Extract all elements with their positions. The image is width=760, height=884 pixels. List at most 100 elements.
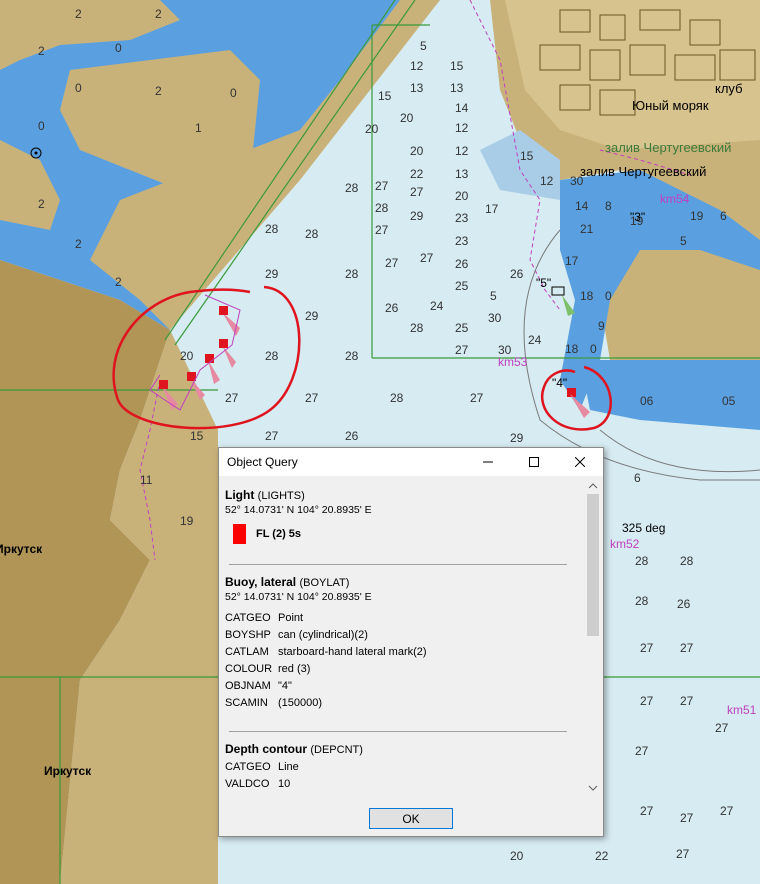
svg-text:29: 29 xyxy=(410,209,424,223)
svg-text:22: 22 xyxy=(410,167,424,181)
svg-text:19: 19 xyxy=(180,514,194,528)
svg-text:27: 27 xyxy=(225,391,239,405)
depth-contour-section: Depth contour (DEPCNT) CATGEO Line VALDCO… xyxy=(221,732,590,792)
svg-text:14: 14 xyxy=(575,199,589,213)
svg-text:20: 20 xyxy=(410,144,424,158)
svg-text:13: 13 xyxy=(410,81,424,95)
svg-text:21: 21 xyxy=(580,222,594,236)
svg-text:2: 2 xyxy=(75,237,82,251)
svg-text:28: 28 xyxy=(390,391,404,405)
svg-text:9: 9 xyxy=(598,319,605,333)
svg-text:11: 11 xyxy=(140,473,153,487)
section-class: (LIGHTS) xyxy=(257,490,305,502)
svg-text:0: 0 xyxy=(38,119,45,133)
scroll-up-icon[interactable] xyxy=(585,480,601,492)
svg-text:27: 27 xyxy=(715,721,729,735)
maximize-button[interactable] xyxy=(511,448,557,476)
svg-text:5: 5 xyxy=(420,39,427,53)
svg-text:17: 17 xyxy=(565,254,579,268)
svg-text:27: 27 xyxy=(680,811,694,825)
attr-row: BOYSHP can (cylindrical)(2) xyxy=(225,628,368,641)
svg-text:23: 23 xyxy=(455,211,469,225)
svg-text:2: 2 xyxy=(155,7,162,21)
svg-text:27: 27 xyxy=(676,847,690,861)
vertical-scrollbar[interactable] xyxy=(585,478,601,796)
svg-text:26: 26 xyxy=(345,429,359,443)
svg-text:13: 13 xyxy=(455,167,469,181)
svg-text:13: 13 xyxy=(450,81,464,95)
svg-text:15: 15 xyxy=(190,429,204,443)
light-color-swatch xyxy=(233,524,246,544)
maximize-icon xyxy=(529,457,539,467)
svg-text:29: 29 xyxy=(265,267,279,281)
section-title: Buoy, lateral xyxy=(225,575,297,589)
buoy-coord: 52° 14.0731' N 104° 20.8935' E xyxy=(225,591,372,603)
svg-text:29: 29 xyxy=(305,309,319,323)
svg-text:27: 27 xyxy=(470,391,484,405)
svg-text:27: 27 xyxy=(375,223,389,237)
minimize-button[interactable] xyxy=(465,448,511,476)
dialog-titlebar[interactable]: Object Query xyxy=(219,448,603,476)
svg-text:28: 28 xyxy=(345,267,359,281)
club-label: клуб xyxy=(715,81,743,96)
city-label-2: Иркутск xyxy=(44,764,92,778)
light-section: Light (LIGHTS) 52° 14.0731' N 104° 20.89… xyxy=(221,478,590,565)
svg-text:19: 19 xyxy=(690,209,704,223)
svg-text:2: 2 xyxy=(115,275,122,289)
section-title: Light xyxy=(225,488,255,502)
attr-row: CATGEO Point xyxy=(225,611,304,624)
svg-text:28: 28 xyxy=(345,181,359,195)
svg-text:26: 26 xyxy=(510,267,524,281)
attr-row: CATLAM starboard-hand lateral mark(2) xyxy=(225,645,427,658)
svg-text:27: 27 xyxy=(640,694,654,708)
km-label-52: km52 xyxy=(610,537,640,551)
svg-text:6: 6 xyxy=(634,471,641,485)
svg-text:28: 28 xyxy=(265,349,279,363)
svg-text:2: 2 xyxy=(38,44,45,58)
svg-text:27: 27 xyxy=(420,251,434,265)
dialog-title: Object Query xyxy=(227,455,298,469)
svg-text:30: 30 xyxy=(488,311,502,325)
scroll-down-icon[interactable] xyxy=(585,782,601,794)
svg-text:25: 25 xyxy=(455,279,469,293)
attr-row: COLOUR red (3) xyxy=(225,662,311,675)
svg-text:22: 22 xyxy=(595,849,609,863)
svg-text:20: 20 xyxy=(180,349,194,363)
svg-text:27: 27 xyxy=(385,256,399,270)
km-label-53: km53 xyxy=(498,355,528,369)
svg-text:12: 12 xyxy=(455,121,469,135)
svg-text:0: 0 xyxy=(230,86,237,100)
query-results[interactable]: Light (LIGHTS) 52° 14.0731' N 104° 20.89… xyxy=(221,478,590,796)
attr-row: OBJNAM "4" xyxy=(225,679,292,692)
svg-text:28: 28 xyxy=(635,554,649,568)
svg-text:12: 12 xyxy=(540,174,554,188)
svg-text:06: 06 xyxy=(640,394,654,408)
svg-text:20: 20 xyxy=(365,122,379,136)
svg-text:24: 24 xyxy=(528,333,542,347)
svg-text:05: 05 xyxy=(722,394,736,408)
km-label-54: km54 xyxy=(660,192,690,206)
svg-text:28: 28 xyxy=(345,349,359,363)
svg-text:12: 12 xyxy=(455,144,469,158)
svg-text:15: 15 xyxy=(378,89,392,103)
svg-text:15: 15 xyxy=(450,59,464,73)
buoy-3-label: "3" xyxy=(630,210,645,224)
svg-text:27: 27 xyxy=(640,641,654,655)
svg-text:0: 0 xyxy=(605,289,612,303)
svg-text:27: 27 xyxy=(375,179,389,193)
ok-button[interactable]: OK xyxy=(369,808,453,829)
svg-text:28: 28 xyxy=(305,227,319,241)
attr-row: VALDCO 10 xyxy=(225,777,291,790)
close-button[interactable] xyxy=(557,448,603,476)
svg-text:27: 27 xyxy=(640,804,654,818)
svg-text:27: 27 xyxy=(720,804,734,818)
svg-text:17: 17 xyxy=(485,202,499,216)
svg-text:18: 18 xyxy=(565,342,579,356)
buoy-4-label: "4" xyxy=(552,376,567,390)
scroll-thumb[interactable] xyxy=(587,494,599,636)
object-query-dialog: Object Query Light (LIGHTS) 52° 14.0731'… xyxy=(218,447,604,837)
svg-text:6: 6 xyxy=(720,209,727,223)
section-title: Depth contour xyxy=(225,742,307,756)
svg-text:5: 5 xyxy=(490,289,497,303)
svg-text:28: 28 xyxy=(635,594,649,608)
